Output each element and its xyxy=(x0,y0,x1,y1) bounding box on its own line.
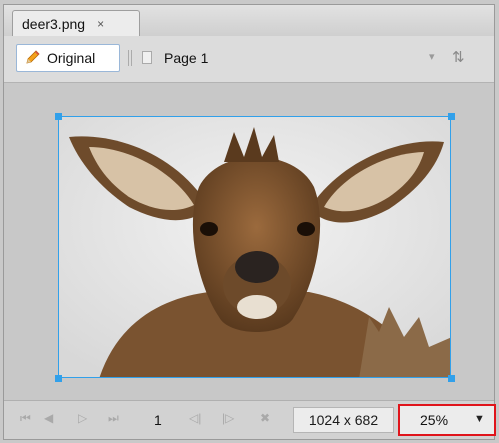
page-icon xyxy=(142,51,152,64)
image-canvas xyxy=(4,83,494,402)
toolbar-divider xyxy=(131,50,132,66)
page-selector[interactable]: Page 1 xyxy=(164,50,208,66)
deer-image[interactable] xyxy=(58,116,451,378)
original-button[interactable]: Original xyxy=(16,44,120,72)
zoom-selector[interactable]: 25% ▼ xyxy=(398,404,496,436)
delete-icon[interactable]: ✖ xyxy=(260,411,270,425)
page-number: 1 xyxy=(154,412,162,428)
close-icon[interactable]: × xyxy=(97,17,104,31)
original-label: Original xyxy=(47,50,96,66)
first-page-icon[interactable]: ⏮ xyxy=(20,411,31,426)
zoom-value: 25% xyxy=(420,412,449,428)
toolbar: Original Page 1 ▾ ⇅ xyxy=(4,36,494,83)
toolbar-divider xyxy=(128,50,129,66)
play-icon[interactable]: ▷ xyxy=(78,411,87,425)
prev-page-icon[interactable]: ◀ xyxy=(44,411,53,425)
sort-icon[interactable]: ⇅ xyxy=(452,48,465,66)
tab-strip: deer3.png × xyxy=(4,5,494,37)
pencil-icon xyxy=(25,49,41,68)
image-dimensions: 1024 x 682 xyxy=(293,407,394,433)
resize-handle-bottom-left[interactable] xyxy=(55,375,62,382)
tab-deer3[interactable]: deer3.png × xyxy=(12,10,140,37)
last-page-icon[interactable]: ⏭ xyxy=(108,411,119,426)
tab-title: deer3.png xyxy=(22,16,86,32)
resize-handle-bottom-right[interactable] xyxy=(448,375,455,382)
status-bar: ⏮ ◀ ▷ ⏭ 1 ◁| |▷ ✖ 1024 x 682 25% ▼ xyxy=(4,400,496,439)
prev-frame-icon[interactable]: ◁| xyxy=(189,411,201,425)
resize-handle-top-left[interactable] xyxy=(55,113,62,120)
next-frame-icon[interactable]: |▷ xyxy=(222,411,234,425)
document-window: deer3.png × Original Page 1 ▾ ⇅ ⏮ ◀ ▷ ⏭ … xyxy=(3,4,496,440)
chevron-down-icon[interactable]: ▼ xyxy=(474,413,485,425)
chevron-down-icon[interactable]: ▾ xyxy=(429,50,435,63)
resize-handle-top-right[interactable] xyxy=(448,113,455,120)
